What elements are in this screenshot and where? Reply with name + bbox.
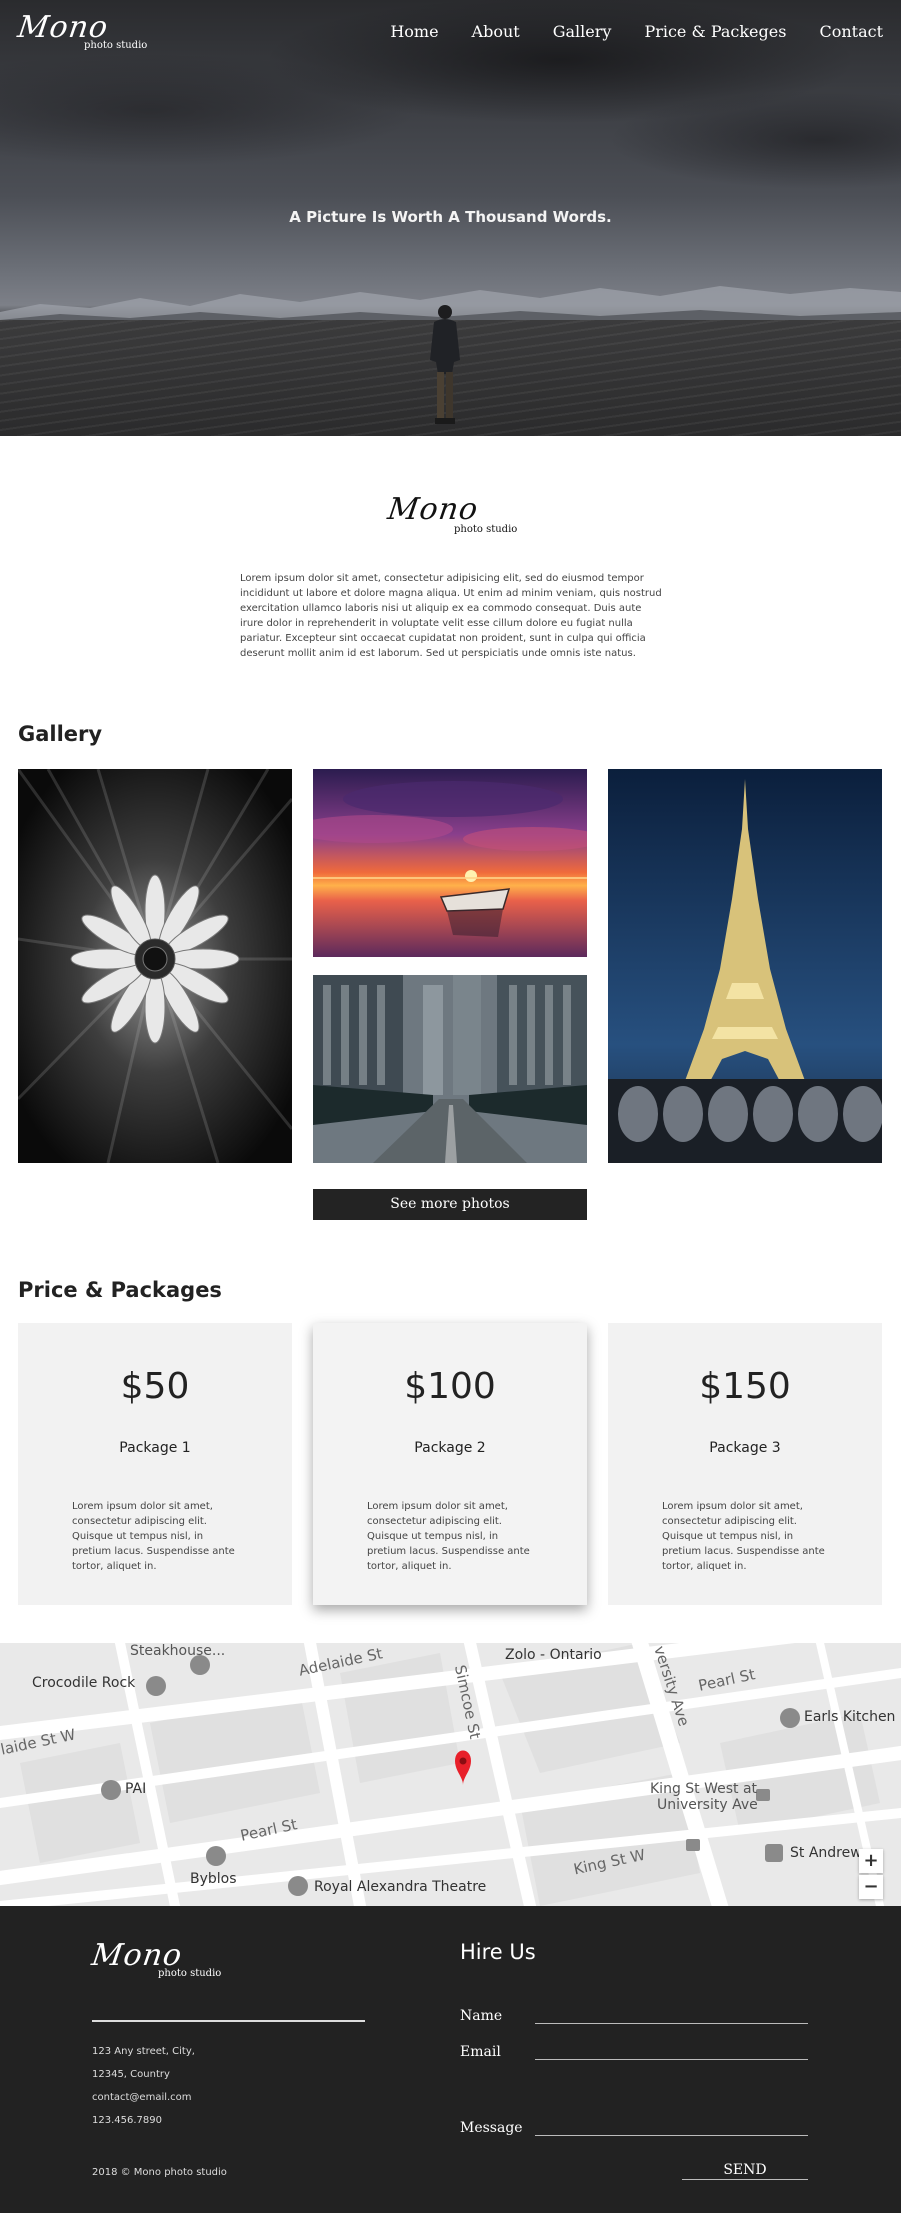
map-label-crocodile-rock: Crocodile Rock xyxy=(32,1675,136,1691)
package-price: $50 xyxy=(120,1366,190,1407)
see-more-photos-button[interactable]: See more photos xyxy=(313,1189,587,1220)
about-text: Lorem ipsum dolor sit amet, consectetur … xyxy=(240,573,662,659)
about-logo: Mono photo studio xyxy=(385,492,518,542)
map-label-zolo: Zolo - Ontario xyxy=(505,1647,602,1663)
footer-email[interactable]: contact@email.com xyxy=(92,2092,192,2103)
message-label: Message xyxy=(460,2120,523,2136)
package-name: Package 2 xyxy=(414,1440,486,1456)
package-description: Lorem ipsum dolor sit amet, consectetur … xyxy=(367,1501,530,1572)
main-nav: Home About Gallery Price & Packeges Cont… xyxy=(357,22,883,41)
package-description: Lorem ipsum dolor sit amet, consectetur … xyxy=(72,1501,235,1572)
footer-logo[interactable]: Mono photo studio xyxy=(90,1938,222,1984)
package-name: Package 1 xyxy=(119,1440,191,1456)
gallery-title: Gallery xyxy=(18,722,103,746)
package-card-2[interactable]: $100 Package 2 Lorem ipsum dolor sit ame… xyxy=(313,1323,587,1605)
map-label-pai: PAI xyxy=(125,1781,147,1797)
package-card-3[interactable]: $150 Package 3 Lorem ipsum dolor sit ame… xyxy=(608,1323,882,1605)
footer-address-line-2: 12345, Country xyxy=(92,2069,170,2080)
footer-copyright: 2018 © Mono photo studio xyxy=(92,2167,227,2178)
message-field-line xyxy=(535,2135,808,2136)
hero-banner: Mono photo studio Home About Gallery Pri… xyxy=(0,0,901,436)
footer-address-line-1: 123 Any street, City, xyxy=(92,2046,195,2057)
map-zoom-out-button[interactable]: − xyxy=(859,1875,883,1899)
location-map[interactable]: Steakhouse... Adelaide St Zolo - Ontario… xyxy=(0,1643,901,1906)
email-field[interactable] xyxy=(535,2042,808,2060)
email-field-line xyxy=(535,2059,808,2060)
package-description: Lorem ipsum dolor sit amet, consectetur … xyxy=(662,1501,825,1572)
brand-logo[interactable]: Mono photo studio xyxy=(16,10,148,56)
send-button[interactable]: SEND xyxy=(682,2162,808,2180)
logo-subtitle: photo studio xyxy=(84,40,148,51)
footer-logo-subtitle: photo studio xyxy=(158,1968,222,1979)
nav-price-packages[interactable]: Price & Packeges xyxy=(644,22,786,41)
map-label-king-st-west-at: King St West at xyxy=(650,1781,758,1797)
map-zoom-in-button[interactable]: + xyxy=(859,1849,883,1873)
message-field[interactable] xyxy=(535,2118,808,2136)
photographer-silhouette xyxy=(430,305,460,424)
name-label: Name xyxy=(460,2008,503,2024)
about-logo-script: Mono xyxy=(385,492,481,527)
map-label-byblos: Byblos xyxy=(190,1871,237,1887)
about-logo-subtitle: photo studio xyxy=(454,524,518,535)
gallery-photo-sunset[interactable] xyxy=(313,769,587,957)
gallery-photo-flower[interactable] xyxy=(18,769,292,1163)
nav-contact[interactable]: Contact xyxy=(819,22,883,41)
site-footer: Mono photo studio 123 Any street, City, … xyxy=(0,1906,901,2213)
map-label-university-ave-station: University Ave xyxy=(657,1797,758,1813)
prices-title: Price & Packages xyxy=(18,1278,222,1302)
package-price: $150 xyxy=(699,1366,791,1407)
hire-us-title: Hire Us xyxy=(460,1940,536,1964)
gallery-photo-city[interactable] xyxy=(313,975,587,1163)
name-field[interactable] xyxy=(535,2006,808,2024)
nav-about[interactable]: About xyxy=(472,22,520,41)
map-label-royal-alexandra: Royal Alexandra Theatre xyxy=(314,1879,487,1895)
map-label-st-andrew: St Andrew xyxy=(790,1845,862,1861)
map-label-earls-kitchen: Earls Kitchen xyxy=(804,1709,896,1725)
gallery-photo-eiffel[interactable] xyxy=(608,769,882,1163)
footer-divider xyxy=(92,2020,365,2022)
package-card-1[interactable]: $50 Package 1 Lorem ipsum dolor sit amet… xyxy=(18,1323,292,1605)
package-price: $100 xyxy=(404,1366,496,1407)
nav-home[interactable]: Home xyxy=(390,22,438,41)
nav-gallery[interactable]: Gallery xyxy=(553,22,612,41)
email-label: Email xyxy=(460,2044,501,2060)
footer-phone[interactable]: 123.456.7890 xyxy=(92,2115,162,2126)
package-name: Package 3 xyxy=(709,1440,781,1456)
name-field-line xyxy=(535,2023,808,2024)
map-label-steakhouse: Steakhouse... xyxy=(130,1643,226,1659)
hero-tagline: A Picture Is Worth A Thousand Words. xyxy=(289,208,612,226)
